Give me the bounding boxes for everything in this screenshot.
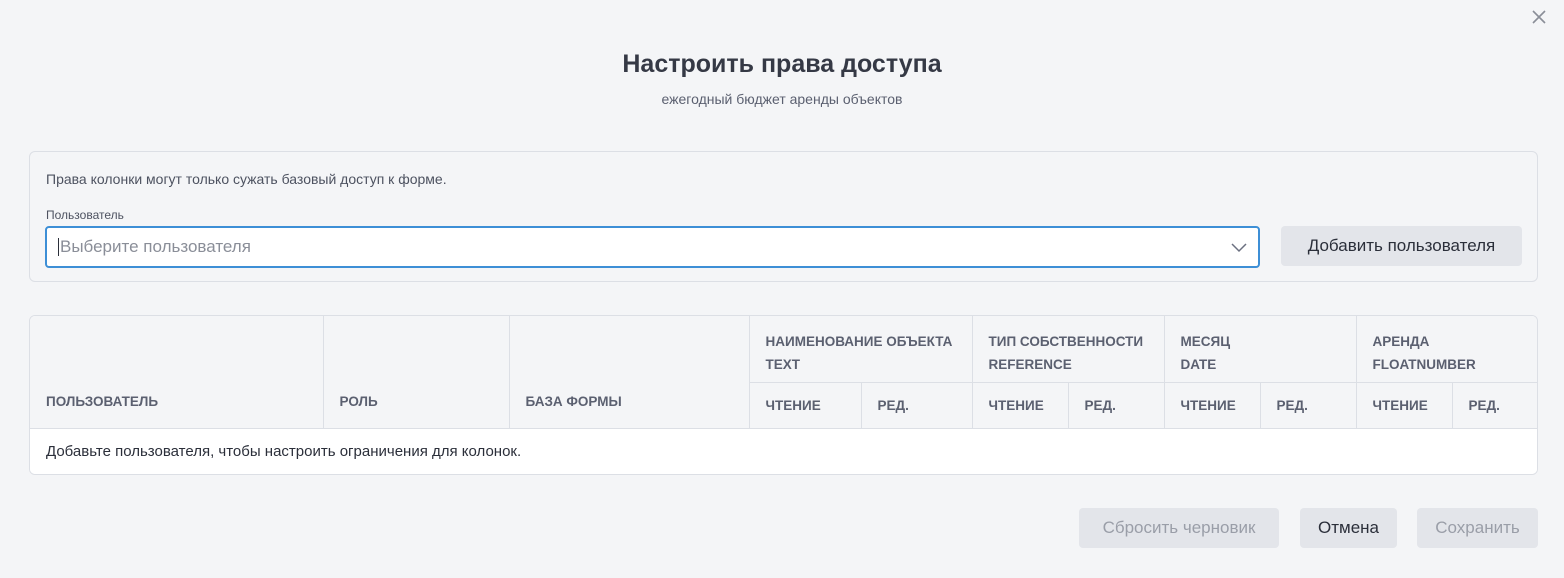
close-button[interactable]: [1528, 6, 1550, 28]
field-group-type: DATE: [1180, 357, 1217, 372]
chevron-down-icon: [1231, 243, 1247, 253]
close-icon: [1532, 10, 1546, 24]
column-header-role: РОЛЬ: [323, 316, 510, 429]
panel-note: Права колонки могут только сужать базовы…: [46, 171, 447, 187]
field-group-type: FLOATNUMBER: [1372, 357, 1476, 372]
subheader-read: ЧТЕНИЕ: [1356, 382, 1453, 429]
cancel-button[interactable]: Отмена: [1300, 508, 1397, 548]
user-panel: Права колонки могут только сужать базовы…: [29, 151, 1538, 282]
field-group-header: МЕСЯЦ DATE: [1164, 316, 1357, 383]
field-group-name: АРЕНДА: [1372, 334, 1430, 349]
dialog-subtitle: ежегодный бюджет аренды объектов: [661, 91, 903, 107]
field-group-name: ТИП СОБСТВЕННОСТИ: [988, 334, 1144, 349]
add-user-button[interactable]: Добавить пользователя: [1281, 226, 1522, 266]
subheader-read: ЧТЕНИЕ: [972, 382, 1069, 429]
field-group-type: REFERENCE: [988, 357, 1072, 372]
column-header-user: ПОЛЬЗОВАТЕЛЬ: [30, 316, 324, 429]
reset-draft-button[interactable]: Сбросить черновик: [1079, 508, 1279, 548]
field-group-name: НАИМЕНОВАНИЕ ОБЪЕКТА: [765, 334, 953, 349]
field-group-name: МЕСЯЦ: [1180, 334, 1231, 349]
subheader-read: ЧТЕНИЕ: [749, 382, 862, 429]
dialog-title: Настроить права доступа: [622, 50, 942, 78]
subheader-edit: РЕД.: [1260, 382, 1357, 429]
field-group-header: НАИМЕНОВАНИЕ ОБЪЕКТА TEXT: [749, 316, 973, 383]
field-group-header: ТИП СОБСТВЕННОСТИ REFERENCE: [972, 316, 1165, 383]
permissions-table: ПОЛЬЗОВАТЕЛЬ РОЛЬ БАЗА ФОРМЫ НАИМЕНОВАНИ…: [29, 315, 1538, 475]
subheader-edit: РЕД.: [861, 382, 973, 429]
user-select[interactable]: Выберите пользователя: [45, 226, 1260, 268]
field-group-header: АРЕНДА FLOATNUMBER: [1356, 316, 1537, 383]
column-header-base: БАЗА ФОРМЫ: [509, 316, 750, 429]
field-group-type: TEXT: [765, 357, 801, 372]
subheader-edit: РЕД.: [1452, 382, 1537, 429]
text-cursor: [58, 238, 59, 256]
subheader-read: ЧТЕНИЕ: [1164, 382, 1261, 429]
save-button[interactable]: Сохранить: [1417, 508, 1538, 548]
user-select-placeholder: Выберите пользователя: [60, 237, 251, 256]
subheader-edit: РЕД.: [1068, 382, 1165, 429]
user-field-label: Пользователь: [46, 208, 124, 222]
empty-table-message: Добавьте пользователя, чтобы настроить о…: [30, 428, 1537, 474]
